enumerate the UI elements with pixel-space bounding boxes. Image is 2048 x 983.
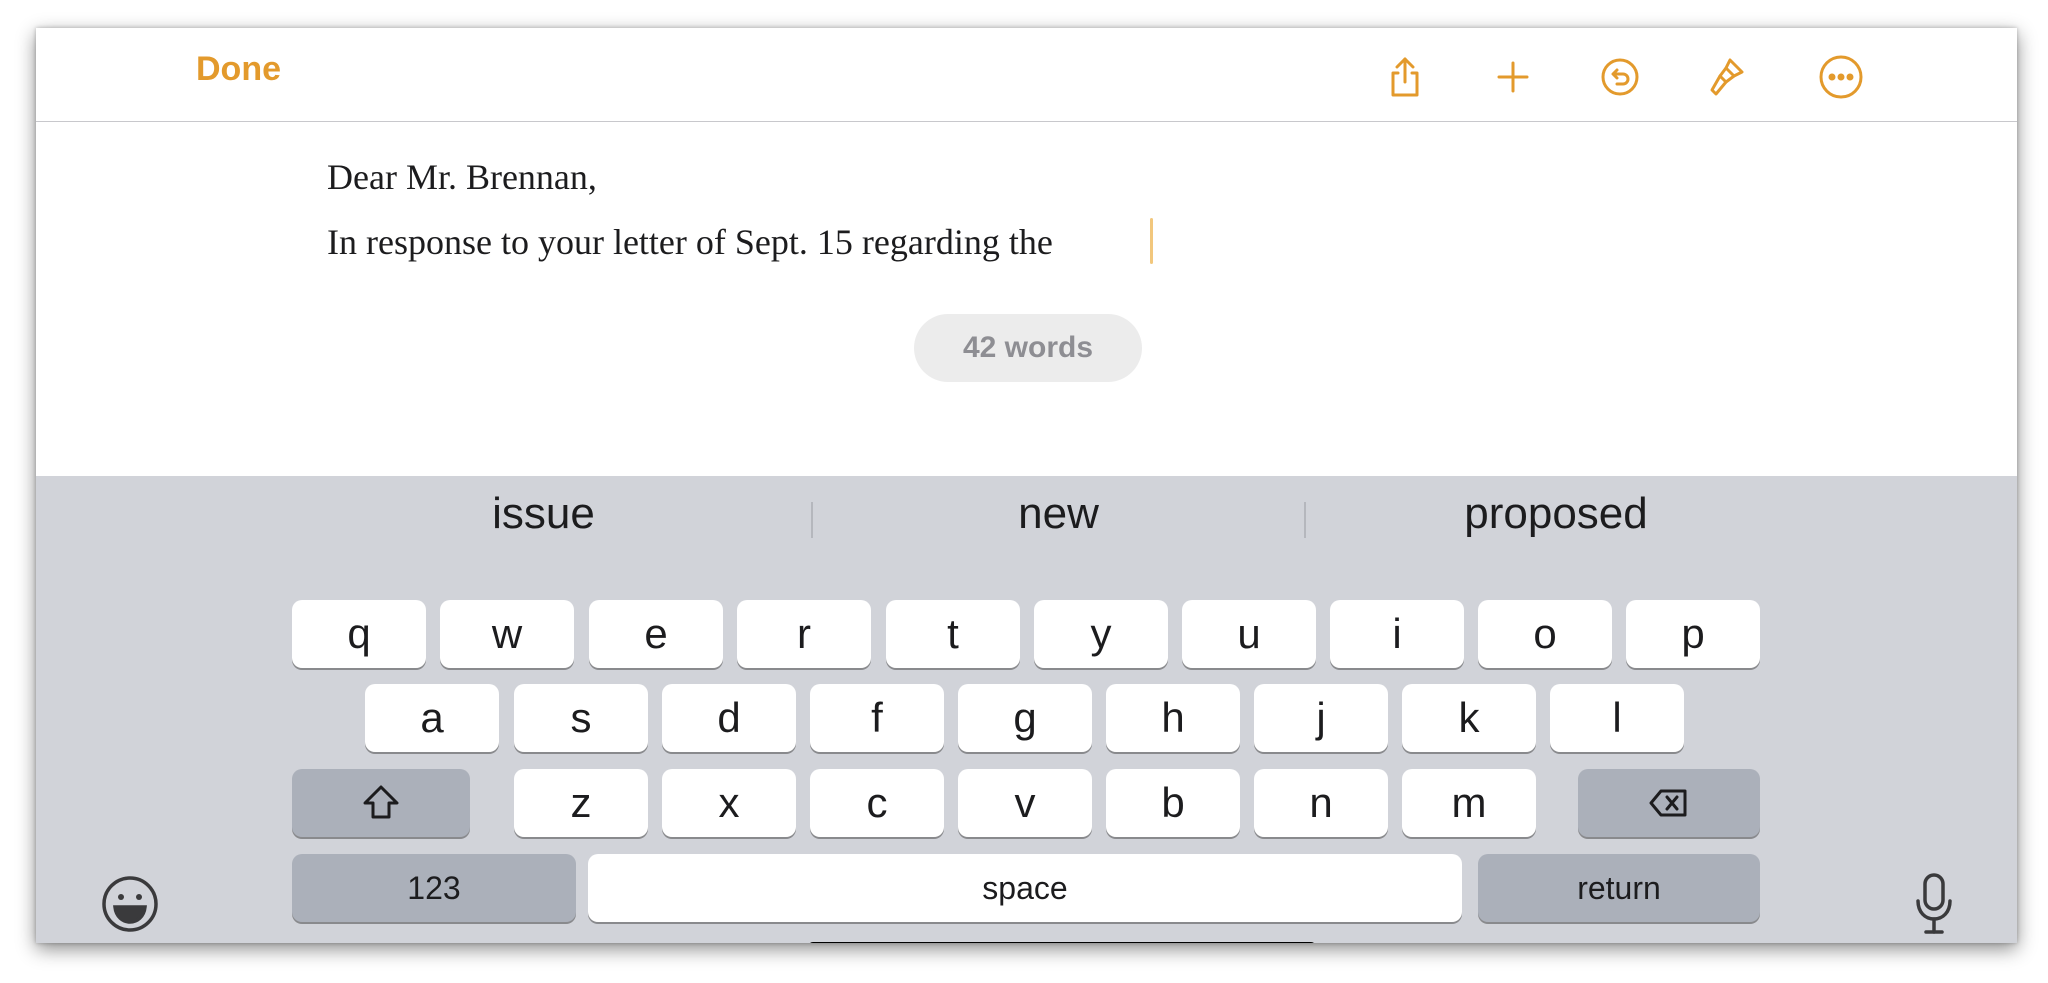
paintbrush-icon[interactable] xyxy=(1704,54,1750,100)
key-y[interactable]: y xyxy=(1034,600,1168,668)
key-f[interactable]: f xyxy=(810,684,944,752)
suggestion-3[interactable]: proposed xyxy=(1306,484,1806,544)
microphone-icon[interactable] xyxy=(1906,864,1962,943)
return-key[interactable]: return xyxy=(1478,854,1760,922)
key-j[interactable]: j xyxy=(1254,684,1388,752)
key-p[interactable]: p xyxy=(1626,600,1760,668)
word-count-badge[interactable]: 42 words xyxy=(914,314,1142,382)
key-r[interactable]: r xyxy=(737,600,871,668)
delete-icon xyxy=(1649,789,1687,817)
shift-icon xyxy=(363,785,399,819)
key-o[interactable]: o xyxy=(1478,600,1612,668)
pages-window: Done Dear Mr. Brennan, In response to yo… xyxy=(36,28,2017,943)
key-g[interactable]: g xyxy=(958,684,1092,752)
key-t[interactable]: t xyxy=(886,600,1020,668)
suggestion-1[interactable]: issue xyxy=(276,484,811,544)
key-x[interactable]: x xyxy=(662,769,796,837)
keyboard: issue new proposed q w e r t y u i o p a… xyxy=(36,476,2017,943)
key-c[interactable]: c xyxy=(810,769,944,837)
key-u[interactable]: u xyxy=(1182,600,1316,668)
undo-icon[interactable] xyxy=(1597,54,1643,100)
key-h[interactable]: h xyxy=(1106,684,1240,752)
key-b[interactable]: b xyxy=(1106,769,1240,837)
home-indicator xyxy=(808,942,1316,943)
key-d[interactable]: d xyxy=(662,684,796,752)
key-s[interactable]: s xyxy=(514,684,648,752)
key-v[interactable]: v xyxy=(958,769,1092,837)
space-key[interactable]: space xyxy=(588,854,1462,922)
plus-icon[interactable] xyxy=(1490,54,1536,100)
key-m[interactable]: m xyxy=(1402,769,1536,837)
shift-key[interactable] xyxy=(292,769,470,837)
key-q[interactable]: q xyxy=(292,600,426,668)
key-n[interactable]: n xyxy=(1254,769,1388,837)
key-k[interactable]: k xyxy=(1402,684,1536,752)
text-cursor xyxy=(1150,218,1153,264)
key-l[interactable]: l xyxy=(1550,684,1684,752)
key-z[interactable]: z xyxy=(514,769,648,837)
salutation-text: Dear Mr. Brennan, xyxy=(327,157,597,197)
done-button[interactable]: Done xyxy=(196,50,281,89)
key-a[interactable]: a xyxy=(365,684,499,752)
body-text: In response to your letter of Sept. 15 r… xyxy=(327,222,1053,262)
share-icon[interactable] xyxy=(1382,54,1428,100)
document-area[interactable]: Dear Mr. Brennan, In response to your le… xyxy=(36,122,2017,504)
key-e[interactable]: e xyxy=(589,600,723,668)
key-w[interactable]: w xyxy=(440,600,574,668)
delete-key[interactable] xyxy=(1578,769,1760,837)
suggestion-2[interactable]: new xyxy=(813,484,1304,544)
key-i[interactable]: i xyxy=(1330,600,1464,668)
emoji-icon[interactable] xyxy=(94,868,166,940)
toolbar: Done xyxy=(36,28,2017,122)
numbers-key[interactable]: 123 xyxy=(292,854,576,922)
more-icon[interactable] xyxy=(1818,54,1864,100)
